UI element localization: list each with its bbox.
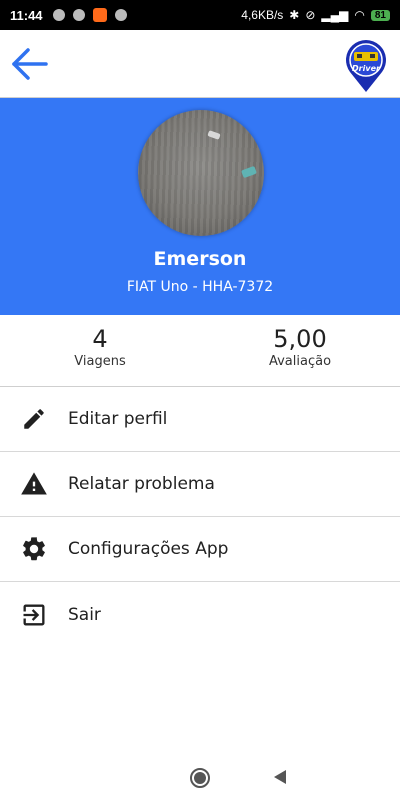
- rating-value: 5,00: [273, 325, 327, 353]
- menu-item-label: Configurações App: [68, 539, 229, 559]
- alarm-off-icon: ⊘: [305, 8, 316, 22]
- menu-item-label: Sair: [68, 604, 101, 625]
- battery-icon: 81: [370, 9, 390, 21]
- notification-circle-icon: [52, 9, 65, 21]
- trips-stat: 4 Viagens: [0, 315, 200, 386]
- status-right: 4,6KB/s ✱ ⊘ ▂▄▆ ◠ 81: [241, 8, 390, 22]
- profile-menu: Editar perfil Relatar problema Configura…: [0, 387, 400, 647]
- menu-item-edit-profile[interactable]: Editar perfil: [0, 387, 400, 452]
- rating-label: Avaliação: [268, 354, 332, 369]
- menu-item-label: Editar perfil: [68, 409, 168, 429]
- notification-icons: [52, 8, 127, 22]
- status-time: 11:44: [10, 7, 43, 23]
- vehicle-info: FIAT Uno - HHA-7372: [126, 279, 274, 295]
- app-bar: Driver: [0, 30, 400, 98]
- gear-icon: [0, 535, 68, 563]
- notification-dot-icon: [114, 9, 127, 21]
- stats-row: 4 Viagens 5,00 Avaliação: [0, 315, 400, 387]
- arrow-left-icon[interactable]: [8, 44, 52, 84]
- logout-icon: [0, 601, 68, 629]
- trips-value: 4: [92, 325, 108, 353]
- notification-app-icon: [92, 8, 107, 22]
- wifi-icon: ◠: [354, 8, 365, 22]
- status-bar: 11:44 4,6KB/s ✱ ⊘ ▂▄▆ ◠ 81: [0, 0, 400, 30]
- driver-name: Emerson: [153, 248, 247, 270]
- trips-label: Viagens: [74, 354, 126, 369]
- app-logo: Driver: [344, 38, 388, 94]
- network-speed: 4,6KB/s: [241, 8, 284, 22]
- system-nav-bar: [0, 760, 400, 800]
- home-button[interactable]: [190, 768, 210, 788]
- profile-header: Emerson FIAT Uno - HHA-7372: [0, 98, 400, 315]
- notification-gps-icon: [72, 9, 85, 21]
- avatar[interactable]: [138, 110, 264, 236]
- pencil-icon: [0, 406, 68, 432]
- logo-text: Driver: [352, 64, 381, 73]
- signal-icon: ▂▄▆: [321, 8, 349, 22]
- menu-item-label: Relatar problema: [68, 474, 215, 494]
- menu-item-logout[interactable]: Sair: [0, 582, 400, 647]
- warning-icon: [0, 470, 68, 498]
- system-back-button[interactable]: [274, 770, 286, 784]
- rating-stat: 5,00 Avaliação: [200, 315, 400, 386]
- menu-item-app-settings[interactable]: Configurações App: [0, 517, 400, 582]
- bluetooth-icon: ✱: [289, 8, 300, 22]
- menu-item-report-problem[interactable]: Relatar problema: [0, 452, 400, 517]
